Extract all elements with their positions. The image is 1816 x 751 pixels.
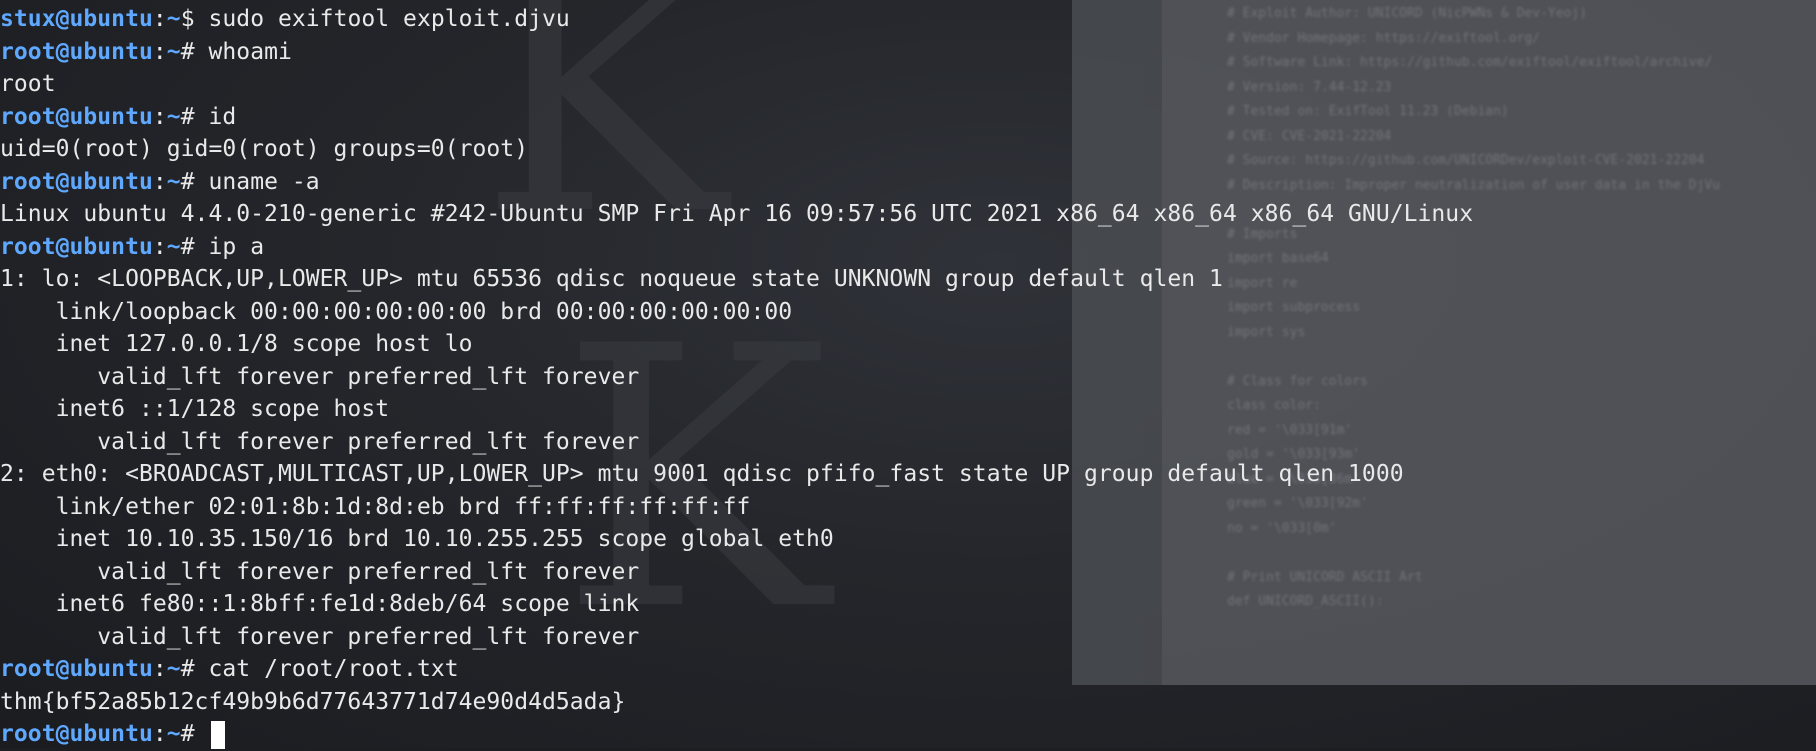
terminal-output-line: valid_lft forever preferred_lft forever: [0, 428, 640, 455]
terminal-output-line: inet 10.10.35.150/16 brd 10.10.255.255 s…: [0, 526, 834, 552]
terminal-output-line: 1: lo: <LOOPBACK,UP,LOWER_UP> mtu 65536 …: [0, 266, 1223, 292]
prompt-separator: :: [152, 656, 167, 682]
terminal-output-line: link/ether 02:01:8b:1d:8d:eb brd ff:ff:f…: [0, 493, 751, 520]
terminal-output-line: inet 127.0.0.1/8 scope host lo: [0, 331, 473, 357]
terminal-prompt-line: root@ubuntu:~# ip a: [0, 231, 1816, 264]
terminal-prompt-line: root@ubuntu:~# whoami: [0, 36, 1816, 69]
prompt-symbol: #: [180, 721, 195, 747]
terminal-output-line: root: [0, 71, 56, 97]
terminal-output-line: inet6 fe80::1:8bff:fe1d:8deb/64 scope li…: [0, 591, 640, 617]
command-text: sudo exiftool exploit.djvu: [208, 6, 570, 32]
prompt-user-host: root@ubuntu: [0, 103, 153, 130]
prompt-path: ~: [166, 168, 181, 195]
terminal-prompt-line: root@ubuntu:~#: [0, 718, 1816, 751]
terminal-output-line: Linux ubuntu 4.4.0-210-generic #242-Ubun…: [0, 201, 1474, 227]
terminal-output-line: 2: eth0: <BROADCAST,MULTICAST,UP,LOWER_U…: [0, 461, 1404, 487]
prompt-user-host: stux@ubuntu: [0, 6, 153, 32]
prompt-symbol: $: [180, 6, 195, 32]
terminal-prompt-line: root@ubuntu:~# uname -a: [0, 166, 1816, 199]
terminal-cursor[interactable]: [210, 720, 225, 749]
prompt-separator: :: [152, 721, 167, 747]
command-text: cat /root/root.txt: [208, 656, 459, 682]
command-text: uname -a: [208, 168, 320, 195]
prompt-path: ~: [166, 38, 181, 65]
terminal-output-line: thm{bf52a85b12cf49b9b6d77643771d74e90d4d…: [0, 688, 626, 715]
prompt-symbol: #: [180, 233, 195, 260]
prompt-symbol: #: [180, 38, 195, 65]
prompt-separator: :: [152, 6, 167, 32]
prompt-path: ~: [166, 6, 181, 32]
terminal-output[interactable]: stux@ubuntu:~$ sudo exiftool exploit.djv…: [0, 3, 1816, 751]
command-text: whoami: [208, 38, 292, 65]
prompt-path: ~: [166, 656, 181, 682]
terminal-output-line: inet6 ::1/128 scope host: [0, 396, 390, 422]
prompt-user-host: root@ubuntu: [0, 38, 153, 65]
prompt-symbol: #: [180, 103, 195, 130]
prompt-path: ~: [166, 233, 181, 260]
terminal-output-line: valid_lft forever preferred_lft forever: [0, 623, 640, 650]
terminal-output-line: link/loopback 00:00:00:00:00:00 brd 00:0…: [0, 298, 793, 325]
command-text: id: [208, 103, 237, 130]
terminal-prompt-line: stux@ubuntu:~$ sudo exiftool exploit.djv…: [0, 3, 1816, 36]
terminal-prompt-line: root@ubuntu:~# cat /root/root.txt: [0, 653, 1816, 686]
terminal-prompt-line: root@ubuntu:~# id: [0, 101, 1816, 134]
prompt-separator: :: [152, 103, 167, 130]
prompt-path: ~: [166, 721, 181, 747]
prompt-path: ~: [166, 103, 181, 130]
terminal-output-line: uid=0(root) gid=0(root) groups=0(root): [0, 136, 529, 162]
prompt-separator: :: [152, 168, 167, 195]
prompt-separator: :: [152, 233, 167, 260]
prompt-symbol: #: [180, 168, 195, 195]
command-text: ip a: [208, 233, 265, 260]
terminal-output-line: valid_lft forever preferred_lft forever: [0, 558, 640, 585]
prompt-user-host: root@ubuntu: [0, 233, 153, 260]
prompt-user-host: root@ubuntu: [0, 656, 153, 682]
terminal-output-line: valid_lft forever preferred_lft forever: [0, 363, 640, 390]
prompt-user-host: root@ubuntu: [0, 721, 153, 747]
prompt-symbol: #: [180, 656, 195, 682]
prompt-separator: :: [152, 38, 167, 65]
prompt-user-host: root@ubuntu: [0, 168, 153, 195]
